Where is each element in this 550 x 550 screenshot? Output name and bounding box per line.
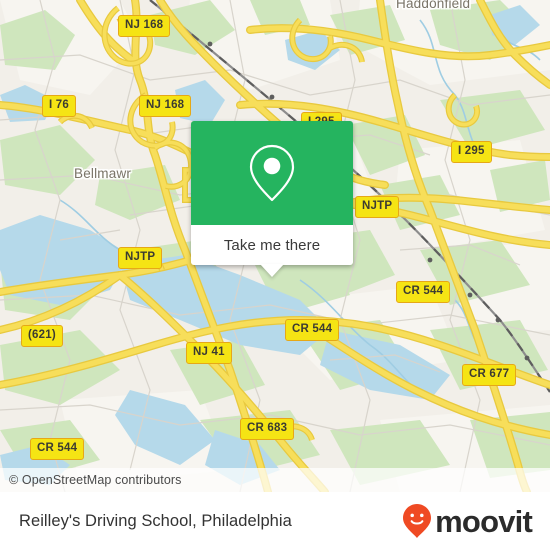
map-attribution-bar: © OpenStreetMap contributors [0, 468, 550, 492]
road-shield-cr544-bottom[interactable]: CR 544 [30, 438, 85, 460]
attribution-text[interactable]: © OpenStreetMap contributors [0, 473, 182, 487]
road-shield-njtp-right[interactable]: NJTP [355, 196, 400, 218]
moovit-pin-icon [403, 504, 432, 538]
road-shield-i76[interactable]: I 76 [42, 95, 76, 117]
road-shield-nj168-top[interactable]: NJ 168 [118, 15, 171, 37]
road-shield-nj168-mid[interactable]: NJ 168 [139, 95, 192, 117]
popup-header [191, 121, 353, 225]
road-shield-cr683[interactable]: CR 683 [240, 418, 295, 440]
moovit-logo[interactable]: moovit [402, 503, 533, 539]
popup-tail-pointer [260, 264, 284, 277]
road-shield-cr544-mid[interactable]: CR 544 [285, 319, 340, 341]
road-shield-cr544-right[interactable]: CR 544 [396, 281, 451, 303]
map-canvas[interactable]: Haddonfield Bellmawr NJ 168 I 76 NJ 168 … [0, 0, 550, 492]
take-me-there-label: Take me there [223, 236, 321, 254]
popup-action-row[interactable]: Take me there [191, 225, 353, 277]
map-screenshot: Haddonfield Bellmawr NJ 168 I 76 NJ 168 … [0, 0, 550, 550]
road-shield-i295-right[interactable]: I 295 [451, 141, 492, 163]
road-shield-cr677[interactable]: CR 677 [462, 364, 517, 386]
footer-bar: Reilley's Driving School, Philadelphia m… [0, 492, 550, 550]
road-shield-nj41[interactable]: NJ 41 [186, 342, 232, 364]
road-shield-621[interactable]: (621) [21, 325, 63, 347]
moovit-wordmark: moovit [435, 503, 533, 539]
road-shield-njtp-left[interactable]: NJTP [118, 247, 163, 269]
location-popup-card[interactable]: Take me there [191, 121, 353, 277]
place-title: Reilley's Driving School, Philadelphia [19, 511, 292, 530]
map-pin-icon [249, 144, 295, 202]
